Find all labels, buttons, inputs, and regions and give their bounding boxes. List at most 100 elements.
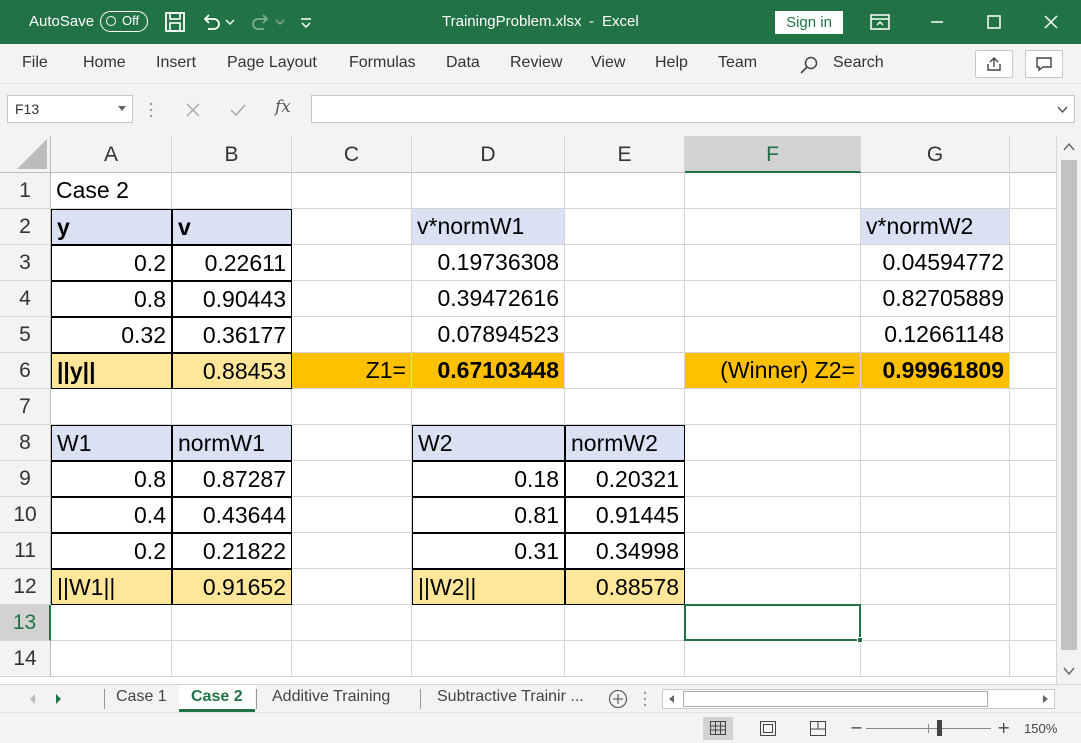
select-all-button[interactable] <box>0 136 51 173</box>
page-layout-view-icon[interactable] <box>760 721 776 736</box>
cell-f10[interactable] <box>685 497 861 533</box>
fill-handle[interactable] <box>857 637 863 643</box>
scroll-left-icon[interactable] <box>667 694 675 704</box>
tab-page-layout[interactable]: Page Layout <box>227 54 317 72</box>
cell-c13[interactable] <box>292 605 412 641</box>
cell-f2[interactable] <box>685 209 861 245</box>
row-header-2[interactable]: 2 <box>0 209 51 245</box>
cell-e7[interactable] <box>565 389 685 425</box>
cell-e11[interactable]: 0.34998 <box>565 533 685 569</box>
cell-h12[interactable] <box>1010 569 1056 605</box>
sheet-tab-case-2[interactable]: Case 2 <box>179 685 255 712</box>
search-icon[interactable] <box>799 55 819 75</box>
cell-h1[interactable] <box>1010 173 1056 209</box>
comments-button[interactable] <box>1025 50 1063 78</box>
cell-f4[interactable] <box>685 281 861 317</box>
zoom-level[interactable]: 150% <box>1024 721 1057 736</box>
cell-c4[interactable] <box>292 281 412 317</box>
cell-c7[interactable] <box>292 389 412 425</box>
cell-c8[interactable] <box>292 425 412 461</box>
cell-g9[interactable] <box>861 461 1010 497</box>
cell-f12[interactable] <box>685 569 861 605</box>
cell-d13[interactable] <box>412 605 565 641</box>
cell-a12[interactable]: ||W1|| <box>51 569 172 605</box>
minimize-icon[interactable] <box>925 10 949 34</box>
cell-e10[interactable]: 0.91445 <box>565 497 685 533</box>
row-header-6[interactable]: 6 <box>0 353 51 389</box>
cell-a7[interactable] <box>51 389 172 425</box>
confirm-entry-icon[interactable] <box>229 101 247 119</box>
vertical-scroll-thumb[interactable] <box>1061 160 1077 650</box>
cell-e2[interactable] <box>565 209 685 245</box>
row-header-11[interactable]: 11 <box>0 533 51 569</box>
column-header-c[interactable]: C <box>292 136 412 173</box>
customize-toolbar-icon[interactable] <box>298 10 314 34</box>
column-header-a[interactable]: A <box>51 136 172 173</box>
cell-a10[interactable]: 0.4 <box>51 497 172 533</box>
horizontal-scrollbar[interactable] <box>662 689 1055 709</box>
cell-b9[interactable]: 0.87287 <box>172 461 292 497</box>
cell-b2[interactable]: v <box>172 209 292 245</box>
cell-a11[interactable]: 0.2 <box>51 533 172 569</box>
cell-b4[interactable]: 0.90443 <box>172 281 292 317</box>
row-header-9[interactable]: 9 <box>0 461 51 497</box>
sheet-tab-subtractive-training[interactable]: Subtractive Trainir ... <box>425 685 596 712</box>
cell-c9[interactable] <box>292 461 412 497</box>
tab-formulas[interactable]: Formulas <box>349 54 416 72</box>
cell-d7[interactable] <box>412 389 565 425</box>
cell-g12[interactable] <box>861 569 1010 605</box>
cell-g3[interactable]: 0.04594772 <box>861 245 1010 281</box>
column-header-g[interactable]: G <box>861 136 1010 173</box>
horizontal-scroll-thumb[interactable] <box>683 691 988 707</box>
close-icon[interactable] <box>1039 10 1063 34</box>
cell-e8[interactable]: normW2 <box>565 425 685 461</box>
cell-g13[interactable] <box>861 605 1010 641</box>
cell-b10[interactable]: 0.43644 <box>172 497 292 533</box>
new-sheet-icon[interactable] <box>608 689 628 709</box>
cell-f6[interactable]: (Winner) Z2= <box>685 353 861 389</box>
tab-view[interactable]: View <box>591 54 625 72</box>
normal-view-button[interactable] <box>703 717 733 740</box>
cell-d4[interactable]: 0.39472616 <box>412 281 565 317</box>
autosave-toggle[interactable]: Off <box>100 11 148 32</box>
column-header-b[interactable]: B <box>172 136 292 173</box>
tabs-splitter-icon[interactable] <box>642 690 648 708</box>
formula-input[interactable] <box>311 95 1075 123</box>
cell-e14[interactable] <box>565 641 685 677</box>
row-header-3[interactable]: 3 <box>0 245 51 281</box>
tab-insert[interactable]: Insert <box>156 54 196 72</box>
cell-h4[interactable] <box>1010 281 1056 317</box>
row-header-1[interactable]: 1 <box>0 173 51 209</box>
cell-e6[interactable] <box>565 353 685 389</box>
cell-b5[interactable]: 0.36177 <box>172 317 292 353</box>
cell-f9[interactable] <box>685 461 861 497</box>
cell-g2[interactable]: v*normW2 <box>861 209 1010 245</box>
cell-d12[interactable]: ||W2|| <box>412 569 565 605</box>
name-box-dropdown-icon[interactable] <box>118 106 126 112</box>
cell-f7[interactable] <box>685 389 861 425</box>
cell-d1[interactable] <box>412 173 565 209</box>
save-icon[interactable] <box>163 10 187 34</box>
cell-g11[interactable] <box>861 533 1010 569</box>
column-header-d[interactable]: D <box>412 136 565 173</box>
zoom-slider-thumb[interactable] <box>937 720 942 736</box>
scroll-down-icon[interactable] <box>1063 666 1075 676</box>
cell-f5[interactable] <box>685 317 861 353</box>
maximize-icon[interactable] <box>982 10 1006 34</box>
cell-e4[interactable] <box>565 281 685 317</box>
cell-e1[interactable] <box>565 173 685 209</box>
cell-h5[interactable] <box>1010 317 1056 353</box>
cell-b3[interactable]: 0.22611 <box>172 245 292 281</box>
cell-h13[interactable] <box>1010 605 1056 641</box>
column-header-f[interactable]: F <box>685 136 861 173</box>
cell-b12[interactable]: 0.91652 <box>172 569 292 605</box>
name-box[interactable]: F13 <box>7 95 133 123</box>
cell-d2[interactable]: v*normW1 <box>412 209 565 245</box>
cell-a13[interactable] <box>51 605 172 641</box>
cell-b8[interactable]: normW1 <box>172 425 292 461</box>
cell-a9[interactable]: 0.8 <box>51 461 172 497</box>
cell-c14[interactable] <box>292 641 412 677</box>
cell-a6[interactable]: ||y|| <box>51 353 172 389</box>
scroll-tabs-left-icon[interactable] <box>28 693 36 705</box>
scroll-tabs-right-icon[interactable] <box>55 693 63 705</box>
